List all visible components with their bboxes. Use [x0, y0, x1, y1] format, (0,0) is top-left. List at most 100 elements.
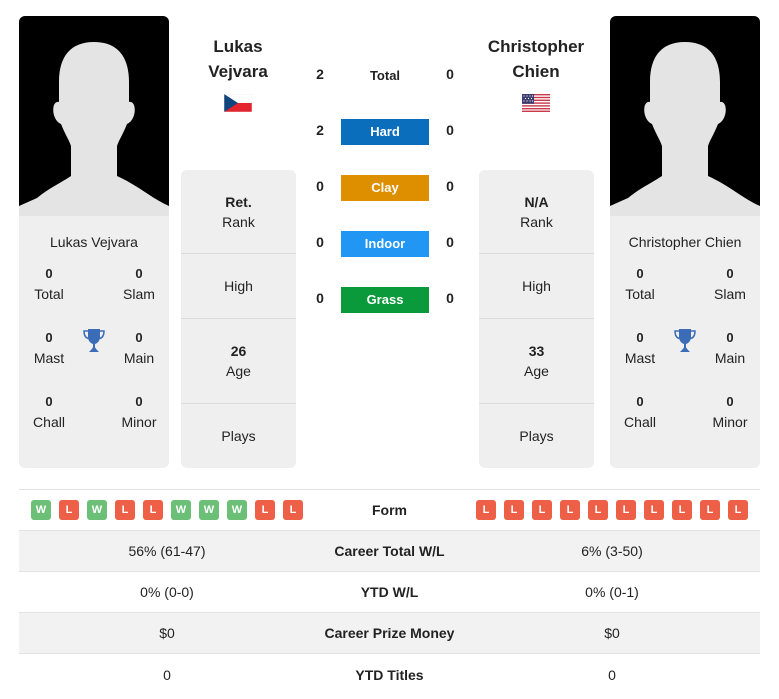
form-loss-badge[interactable]: L — [255, 500, 275, 520]
table-row: 0 YTD Titles 0 — [19, 654, 760, 695]
label: Minor — [712, 414, 748, 430]
right-count: 0 — [446, 122, 454, 138]
left-count: 0 — [316, 290, 324, 306]
right-player-name-first[interactable]: Christopher — [466, 34, 606, 59]
left-player-full-name: Lukas Vejvara — [50, 234, 138, 250]
row-label: YTD W/L — [360, 584, 419, 600]
left-player-name-first[interactable]: Lukas — [168, 34, 308, 59]
age-value: 33 — [528, 343, 545, 359]
right-count: 0 — [446, 234, 454, 250]
form-win-badge[interactable]: W — [227, 500, 247, 520]
label: Mast — [624, 350, 656, 366]
high-label: High — [224, 278, 253, 294]
right-titles-mast: 0 Mast — [610, 328, 670, 392]
form-loss-badge[interactable]: L — [476, 500, 496, 520]
right-count: 0 — [446, 290, 454, 306]
comparison-table: WLWLLWWWLL Form LLLLLLLLLL 56% (61-47) C… — [19, 489, 760, 695]
form-win-badge[interactable]: W — [31, 500, 51, 520]
left-titles-chall: 0 Chall — [19, 392, 79, 456]
form-loss-badge[interactable]: L — [728, 500, 748, 520]
h2h-row-indoor: 0 Indoor 0 — [300, 231, 480, 257]
left-rank: Ret. Rank — [181, 170, 296, 254]
left-titles-mast: 0 Mast — [19, 328, 79, 392]
form-win-badge[interactable]: W — [87, 500, 107, 520]
rank-value: Ret. — [225, 193, 252, 210]
left-titles-total: 0 Total — [19, 264, 79, 328]
label: Mast — [33, 350, 65, 366]
label: Chall — [624, 414, 656, 430]
left-plays: Plays — [181, 404, 296, 468]
value: 0 — [636, 330, 644, 345]
right-count: 0 — [446, 178, 454, 194]
h2h-row-hard: 2 Hard 0 — [300, 119, 480, 145]
label: Total — [34, 286, 64, 302]
right-value: 6% (3-50) — [581, 543, 643, 559]
right-titles-total: 0 Total — [610, 264, 670, 328]
form-loss-badge[interactable]: L — [644, 500, 664, 520]
form-loss-badge[interactable]: L — [143, 500, 163, 520]
right-age: 33 Age — [479, 319, 594, 404]
form-label: Form — [372, 502, 407, 518]
h2h-row-grass: 0 Grass 0 — [300, 287, 480, 313]
right-titles-slam: 0 Slam — [700, 264, 760, 328]
right-player-info: N/A Rank High 33 Age Plays — [479, 170, 594, 468]
value: 0 — [45, 266, 53, 281]
value: 0 — [636, 394, 644, 409]
left-player-header: Lukas Vejvara — [168, 34, 308, 112]
right-rank: N/A Rank — [479, 170, 594, 254]
form-win-badge[interactable]: W — [199, 500, 219, 520]
right-value: $0 — [604, 625, 620, 641]
right-high: High — [479, 254, 594, 319]
left-player-name-last[interactable]: Vejvara — [168, 59, 308, 84]
h2h-row-clay: 0 Clay 0 — [300, 175, 480, 201]
rank-label: Rank — [222, 213, 255, 230]
rank-value: N/A — [524, 193, 549, 210]
label: Main — [123, 350, 155, 366]
right-player-header: Christopher Chien — [466, 34, 606, 112]
left-titles-grid: 0 Total 0 Slam 0 Mast 0 Main 0 Chall 0 Minor — [19, 264, 169, 456]
value: 0 — [726, 266, 734, 281]
form-loss-badge[interactable]: L — [588, 500, 608, 520]
high-label: High — [522, 278, 551, 294]
right-titles-grid: 0 Total 0 Slam 0 Mast 0 Main 0 Chall 0 Minor — [610, 264, 760, 456]
form-loss-badge[interactable]: L — [700, 500, 720, 520]
left-count: 0 — [316, 178, 324, 194]
form-loss-badge[interactable]: L — [504, 500, 524, 520]
left-form-badges: WLWLLWWWLL — [19, 500, 315, 520]
avatar-silhouette-icon — [610, 42, 760, 216]
right-titles-minor: 0 Minor — [700, 392, 760, 456]
form-win-badge[interactable]: W — [171, 500, 191, 520]
value: 0 — [636, 266, 644, 281]
form-loss-badge[interactable]: L — [59, 500, 79, 520]
right-value: 0 — [608, 666, 616, 683]
form-loss-badge[interactable]: L — [115, 500, 135, 520]
surface-label: Total — [369, 68, 401, 83]
table-row: 56% (61-47) Career Total W/L 6% (3-50) — [19, 531, 760, 572]
czech-flag-icon — [224, 94, 252, 112]
value: 0 — [726, 330, 734, 345]
form-loss-badge[interactable]: L — [532, 500, 552, 520]
form-row: WLWLLWWWLL Form LLLLLLLLLL — [19, 490, 760, 531]
left-value: $0 — [159, 625, 175, 641]
label: Slam — [714, 286, 746, 302]
left-count: 0 — [316, 234, 324, 250]
left-player-info: Ret. Rank High 26 Age Plays — [181, 170, 296, 468]
left-value: 0 — [163, 666, 171, 683]
form-loss-badge[interactable]: L — [560, 500, 580, 520]
form-loss-badge[interactable]: L — [616, 500, 636, 520]
row-label: Career Total W/L — [334, 543, 445, 559]
surface-badge-grass: Grass — [341, 287, 429, 313]
right-player-name-last[interactable]: Chien — [466, 59, 606, 84]
form-loss-badge[interactable]: L — [283, 500, 303, 520]
us-flag-icon — [522, 94, 550, 112]
value: 0 — [135, 330, 143, 345]
surface-badge-clay: Clay — [341, 175, 429, 201]
label: Slam — [123, 286, 155, 302]
table-row: 0% (0-0) YTD W/L 0% (0-1) — [19, 572, 760, 613]
left-titles-slam: 0 Slam — [109, 264, 169, 328]
label: Total — [625, 286, 655, 302]
right-player-full-name: Christopher Chien — [628, 234, 742, 250]
form-loss-badge[interactable]: L — [672, 500, 692, 520]
right-titles-main: 0 Main — [700, 328, 760, 392]
surface-badge-hard: Hard — [341, 119, 429, 145]
